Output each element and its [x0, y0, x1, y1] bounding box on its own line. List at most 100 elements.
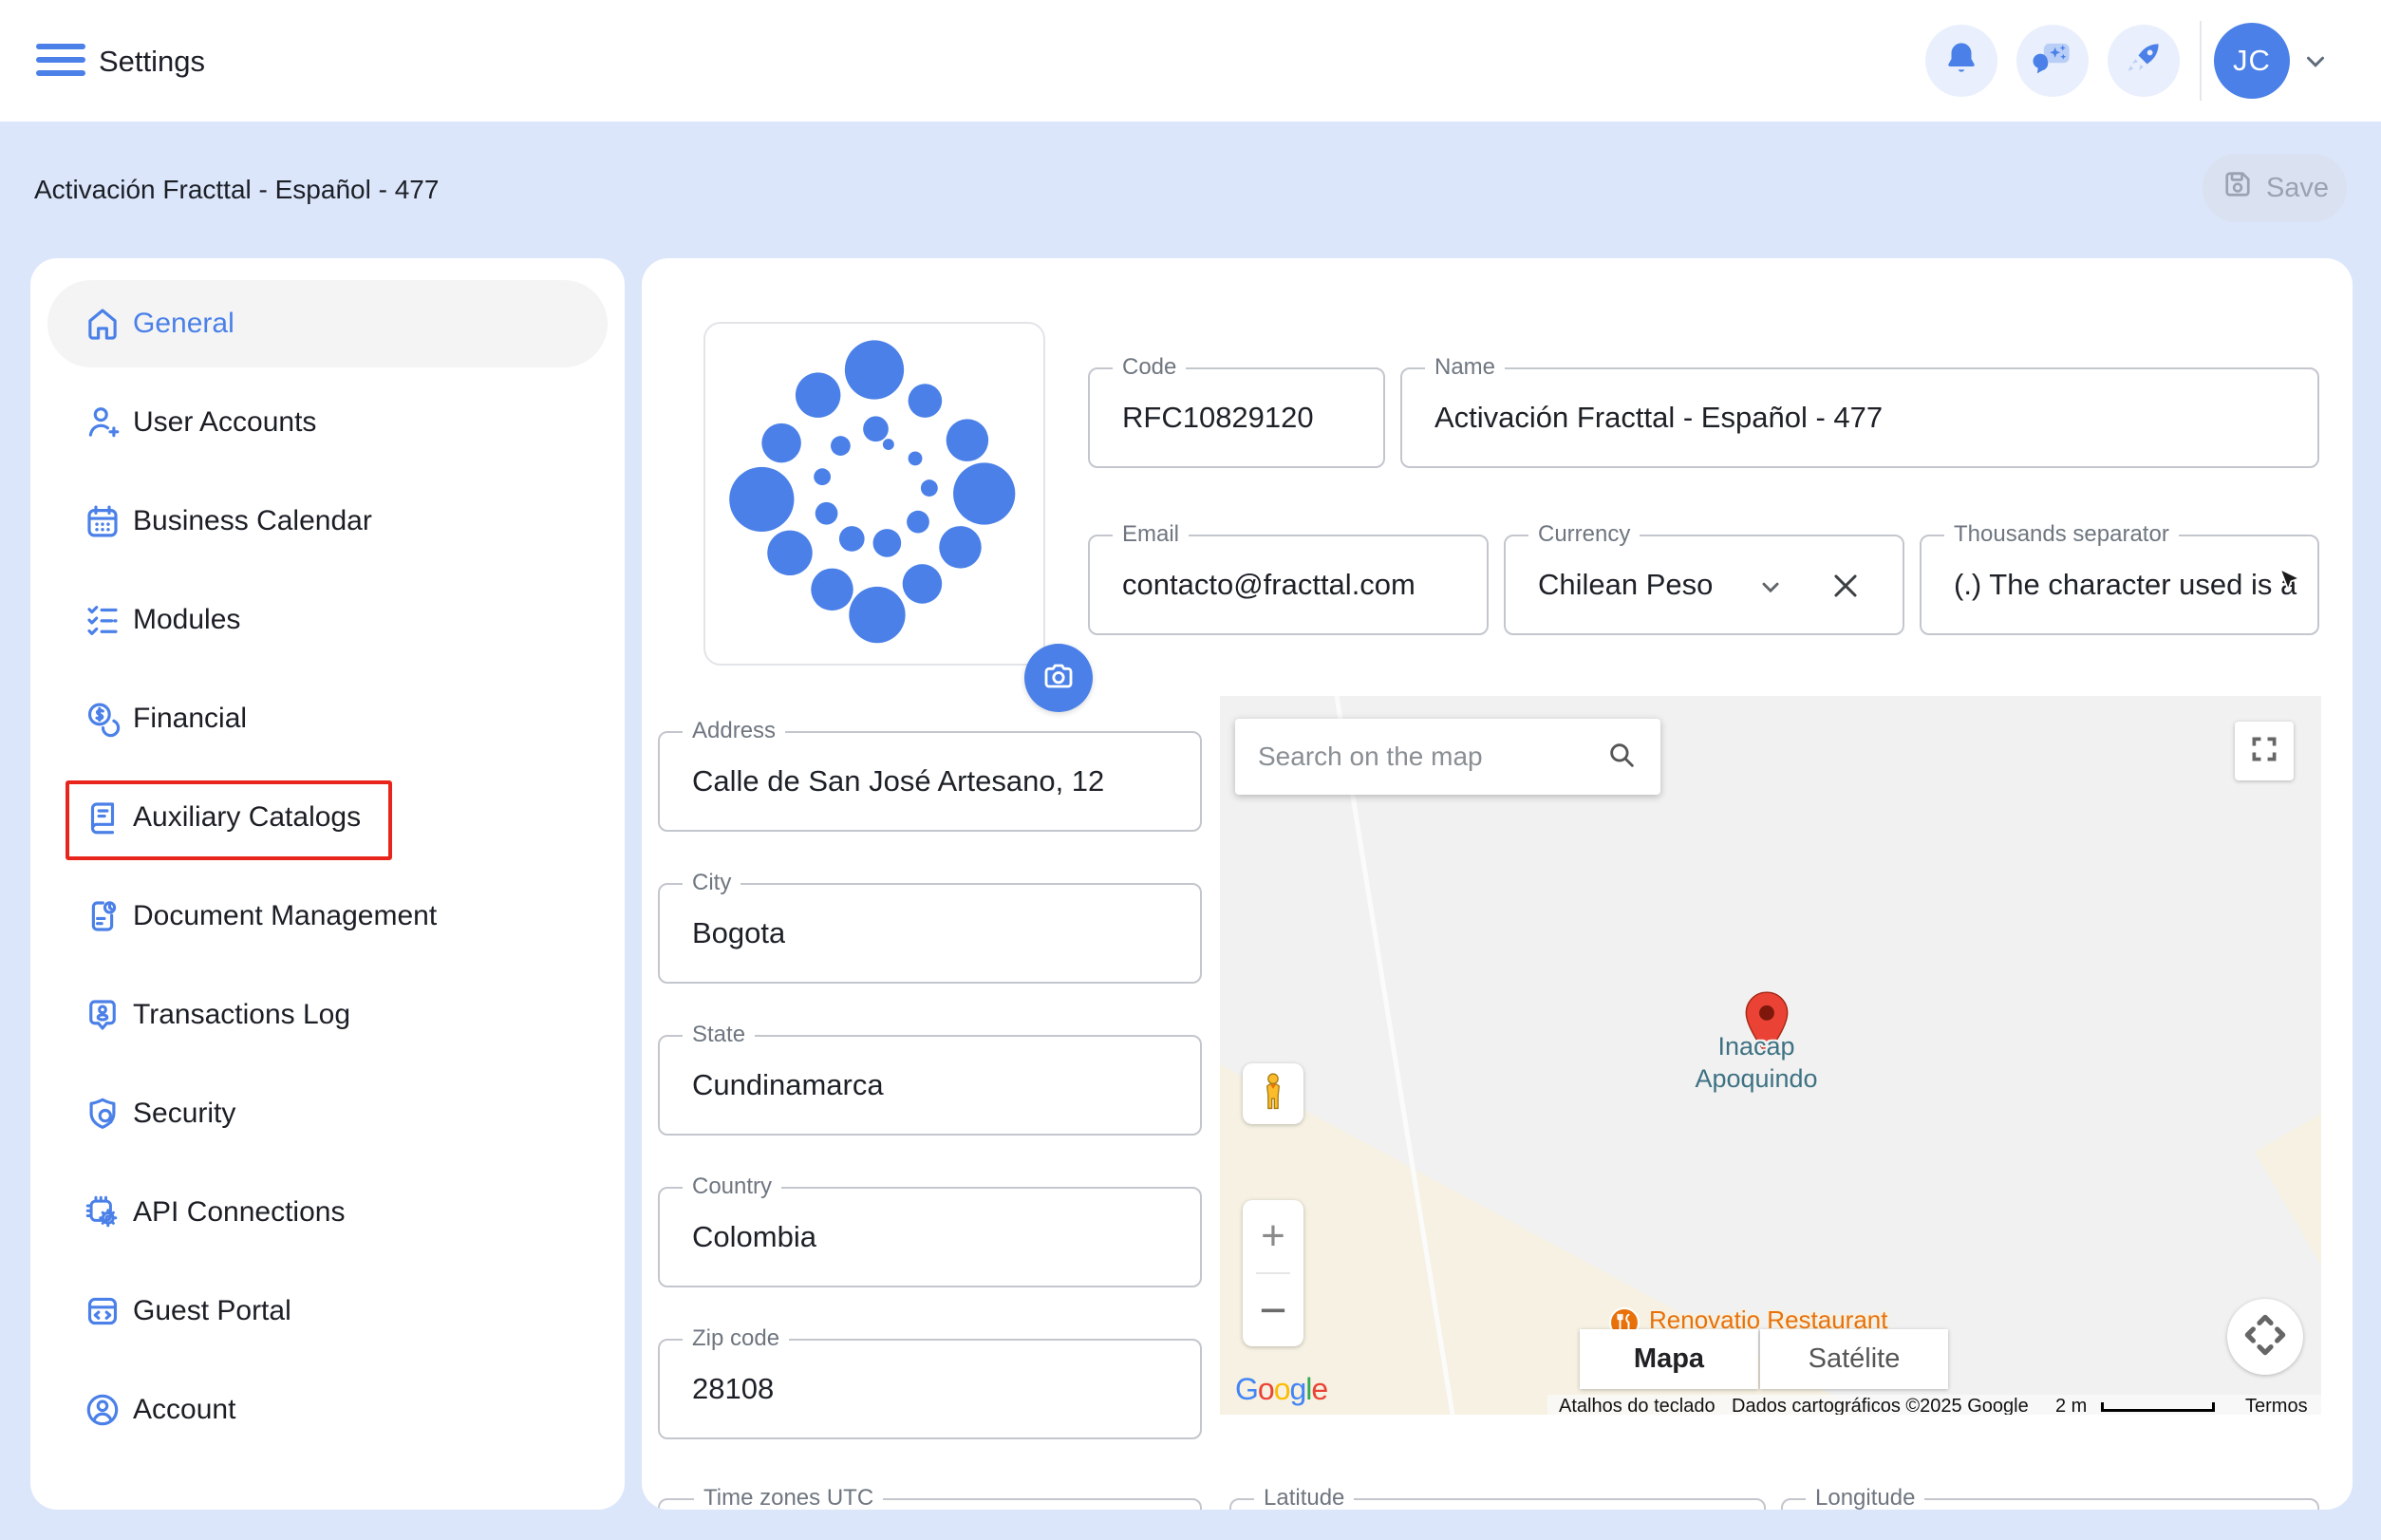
camera-icon: [1040, 657, 1078, 700]
app-header: Settings JC: [0, 0, 2381, 122]
user-avatar[interactable]: JC: [2214, 23, 2290, 99]
bell-icon: [1941, 39, 1981, 84]
country-label: Country: [683, 1174, 781, 1200]
sidebar-item-account[interactable]: Account: [30, 1361, 625, 1459]
currency-label: Currency: [1528, 521, 1640, 548]
map-zoom-control: + −: [1243, 1200, 1303, 1346]
user-badge-icon: [82, 994, 123, 1036]
address-label: Address: [683, 718, 785, 744]
browser-code-icon: [82, 1290, 123, 1332]
breadcrumb: Activación Fracttal - Español - 477: [34, 175, 439, 205]
hamburger-menu-icon[interactable]: [36, 44, 85, 78]
sidebar-item-guest-portal[interactable]: Guest Portal: [30, 1262, 625, 1361]
map-pan-control[interactable]: [2227, 1299, 2303, 1375]
name-field[interactable]: Name Activación Fracttal - Español - 477: [1400, 367, 2319, 468]
country-field[interactable]: Country Colombia: [658, 1187, 1202, 1287]
latitude-field[interactable]: Latitude: [1229, 1498, 1766, 1510]
sidebar-item-general[interactable]: General: [30, 274, 625, 373]
longitude-field[interactable]: Longitude: [1781, 1498, 2319, 1510]
sidebar-item-business-calendar[interactable]: Business Calendar: [30, 472, 625, 571]
settings-sidebar: General User Accounts Business Calendar …: [30, 258, 625, 1510]
map-fullscreen-button[interactable]: [2235, 722, 2294, 780]
sidebar-item-modules[interactable]: Modules: [30, 571, 625, 669]
dollar-coin-icon: [82, 698, 123, 740]
currency-clear-icon[interactable]: [1825, 565, 1866, 611]
map-search-input[interactable]: [1258, 742, 1605, 772]
code-value: RFC10829120: [1122, 401, 1314, 435]
code-field[interactable]: Code RFC10829120: [1088, 367, 1385, 468]
city-field[interactable]: City Bogota: [658, 883, 1202, 984]
map-type-map-button[interactable]: Mapa: [1580, 1329, 1758, 1389]
user-circle-icon: [82, 1389, 123, 1431]
name-value: Activación Fracttal - Español - 477: [1434, 401, 1883, 435]
address-value: Calle de San José Artesano, 12: [692, 764, 1104, 798]
thousands-separator-value: (.) The character used is a p: [1954, 568, 2304, 602]
assistant-chat-button[interactable]: [2016, 25, 2089, 97]
state-label: State: [683, 1022, 755, 1048]
search-icon[interactable]: [1605, 739, 1638, 776]
email-value: contacto@fracttal.com: [1122, 568, 1415, 602]
latitude-label: Latitude: [1254, 1485, 1354, 1510]
state-value: Cundinamarca: [692, 1068, 884, 1102]
zip-code-label: Zip code: [683, 1325, 789, 1352]
map-poi-label-inacap: Inacap Apoquindo: [1652, 1030, 1861, 1095]
company-logo-box[interactable]: [703, 322, 1045, 666]
name-label: Name: [1425, 354, 1505, 381]
sidebar-item-api-connections[interactable]: API Connections: [30, 1163, 625, 1262]
email-field[interactable]: Email contacto@fracttal.com: [1088, 535, 1489, 635]
fullscreen-icon: [2248, 733, 2280, 770]
timezone-field[interactable]: Time zones UTC: [658, 1498, 1202, 1510]
map-scale-bar: [2101, 1402, 2215, 1412]
sidebar-item-document-management[interactable]: Document Management: [30, 867, 625, 966]
zip-code-field[interactable]: Zip code 28108: [658, 1339, 1202, 1439]
terms-link[interactable]: Termos: [2245, 1396, 2308, 1415]
book-icon: [82, 797, 123, 838]
general-settings-panel: Code RFC10829120 Name Activación Fractta…: [642, 258, 2353, 1510]
email-label: Email: [1113, 521, 1189, 548]
whats-new-button[interactable]: [2108, 25, 2180, 97]
map-scale-label: 2 m: [2055, 1396, 2087, 1415]
save-button[interactable]: Save: [2203, 154, 2347, 222]
notifications-button[interactable]: [1925, 25, 1997, 97]
sidebar-item-security[interactable]: Security: [30, 1064, 625, 1163]
currency-field[interactable]: Currency Chilean Peso: [1504, 535, 1904, 635]
sidebar-item-transactions-log[interactable]: Transactions Log: [30, 966, 625, 1064]
pegman-control[interactable]: [1243, 1063, 1303, 1124]
currency-dropdown-chevron-icon[interactable]: [1754, 571, 1787, 608]
map-search-box[interactable]: [1235, 719, 1660, 795]
pan-arrows-icon: [2239, 1308, 2292, 1366]
save-floppy-icon: [2221, 167, 2255, 209]
chip-gear-icon: [82, 1192, 123, 1233]
google-map[interactable]: Inacap Apoquindo + − Google Renovatio Re…: [1220, 696, 2321, 1415]
sidebar-item-auxiliary-catalogs[interactable]: Auxiliary Catalogs: [30, 768, 625, 867]
longitude-label: Longitude: [1806, 1485, 1924, 1510]
thousands-separator-label: Thousands separator: [1944, 521, 2179, 548]
chevron-down-icon[interactable]: [2301, 47, 2330, 81]
zoom-in-button[interactable]: +: [1243, 1200, 1303, 1272]
address-field[interactable]: Address Calle de San José Artesano, 12: [658, 731, 1202, 832]
currency-value: Chilean Peso: [1538, 568, 1713, 602]
code-label: Code: [1113, 354, 1186, 381]
thousands-separator-field[interactable]: Thousands separator (.) The character us…: [1920, 535, 2319, 635]
map-type-satellite-button[interactable]: Satélite: [1760, 1329, 1948, 1389]
city-value: Bogota: [692, 916, 785, 950]
state-field[interactable]: State Cundinamarca: [658, 1035, 1202, 1136]
page-title: Settings: [99, 45, 205, 79]
sidebar-item-financial[interactable]: Financial: [30, 669, 625, 768]
zip-code-value: 28108: [692, 1372, 774, 1406]
document-clock-icon: [82, 895, 123, 937]
user-plus-icon: [82, 402, 123, 443]
home-icon: [82, 303, 123, 345]
header-divider: [2200, 21, 2202, 101]
sidebar-item-user-accounts[interactable]: User Accounts: [30, 373, 625, 472]
map-data-attribution: Dados cartográficos ©2025 Google: [1732, 1396, 2029, 1415]
keyboard-shortcuts-link[interactable]: Atalhos do teclado: [1559, 1396, 1715, 1415]
google-logo: Google: [1235, 1372, 1327, 1407]
fracttal-dots-logo: [705, 324, 1043, 664]
rocket-icon: [2123, 38, 2165, 85]
zoom-out-button[interactable]: −: [1243, 1274, 1303, 1346]
checklist-icon: [82, 599, 123, 641]
shield-icon: [82, 1093, 123, 1135]
calendar-icon: [82, 500, 123, 542]
upload-photo-button[interactable]: [1024, 644, 1093, 712]
